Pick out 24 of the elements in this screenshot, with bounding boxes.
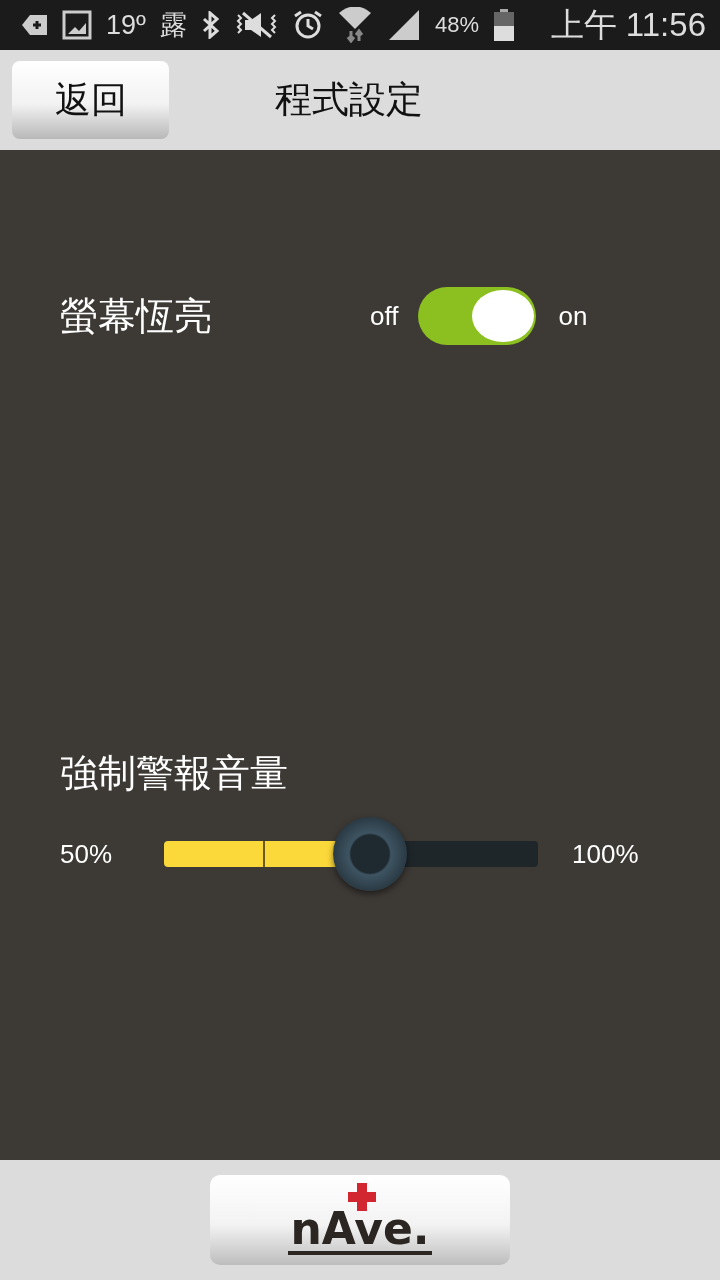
setting-label: 強制警報音量 — [60, 750, 289, 797]
alarm-clock-icon — [292, 10, 323, 40]
battery-percent: 48% — [434, 12, 479, 38]
temperature-text: 19º — [106, 9, 146, 41]
logo-text: nAve. — [288, 1207, 432, 1255]
slider-thumb[interactable] — [332, 817, 407, 891]
notification-icon — [22, 14, 48, 36]
min-label: 50% — [60, 838, 113, 870]
volume-slider[interactable] — [164, 816, 539, 892]
clock-text: 上午 11:56 — [550, 4, 706, 45]
screen-title: 程式設定 — [275, 77, 423, 123]
bluetooth-icon — [200, 11, 221, 39]
mute-icon — [234, 11, 279, 39]
setting-label: 螢幕恆亮 — [60, 292, 213, 340]
toggle-switch[interactable] — [418, 287, 537, 345]
max-label: 100% — [572, 838, 639, 870]
cross-icon — [348, 1183, 376, 1211]
logo-button[interactable]: nAve. — [210, 1175, 510, 1265]
off-label: off — [370, 300, 399, 332]
weather-text: 露 — [159, 9, 187, 42]
on-label: on — [558, 300, 588, 332]
battery-icon — [492, 9, 515, 41]
back-button[interactable]: 返回 — [12, 61, 169, 139]
image-icon — [62, 10, 92, 40]
